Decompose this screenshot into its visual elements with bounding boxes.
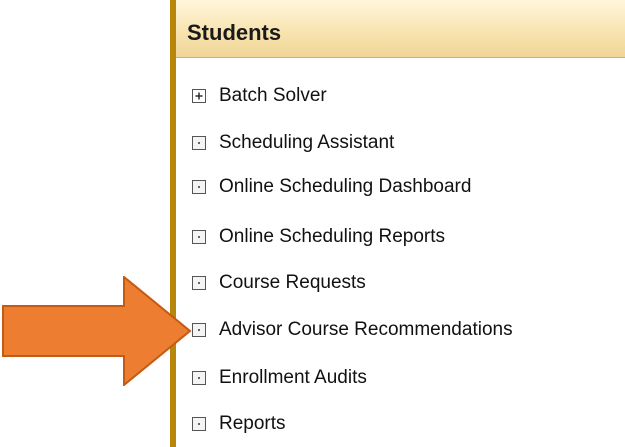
menu-item-label: Reports	[219, 413, 286, 434]
menu-item-scheduling-assistant[interactable]: Scheduling Assistant	[192, 131, 394, 155]
dot-box-icon	[192, 371, 206, 385]
students-menu-panel: Students Batch Solver Scheduling Assista…	[170, 0, 625, 447]
menu-item-course-requests[interactable]: Course Requests	[192, 271, 366, 295]
dot-box-icon	[192, 136, 206, 150]
menu-item-batch-solver[interactable]: Batch Solver	[192, 84, 327, 108]
dot-box-icon	[192, 180, 206, 194]
dot-box-icon	[192, 276, 206, 290]
dot-box-icon	[192, 323, 206, 337]
menu-item-advisor-course-recommendations[interactable]: Advisor Course Recommendations	[192, 318, 513, 342]
menu-item-reports[interactable]: Reports	[192, 412, 286, 436]
menu-item-online-scheduling-reports[interactable]: Online Scheduling Reports	[192, 225, 445, 249]
menu-item-label: Advisor Course Recommendations	[219, 319, 513, 340]
dot-box-icon	[192, 230, 206, 244]
dot-box-icon	[192, 417, 206, 431]
menu-item-label: Batch Solver	[219, 85, 327, 106]
orange-arrow-icon	[2, 276, 192, 386]
screenshot-stage: Students Batch Solver Scheduling Assista…	[0, 0, 625, 447]
panel-header: Students	[176, 0, 625, 58]
menu-item-label: Scheduling Assistant	[219, 132, 395, 153]
menu-item-enrollment-audits[interactable]: Enrollment Audits	[192, 366, 367, 390]
menu-item-label: Course Requests	[219, 272, 366, 293]
menu-item-online-scheduling-dashboard[interactable]: Online Scheduling Dashboard	[192, 175, 471, 199]
menu-item-label: Online Scheduling Dashboard	[219, 176, 472, 197]
menu-item-label: Enrollment Audits	[219, 367, 367, 388]
panel-title: Students	[187, 20, 282, 45]
menu-item-label: Online Scheduling Reports	[219, 226, 446, 247]
plus-box-icon	[192, 89, 206, 103]
